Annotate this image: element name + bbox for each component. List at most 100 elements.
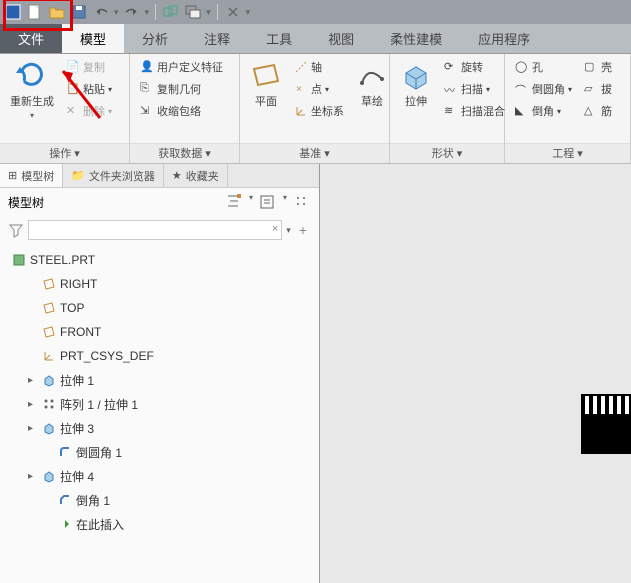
root-label: STEEL.PRT <box>30 253 95 267</box>
tree-item[interactable]: RIGHT <box>0 272 319 296</box>
axis-icon <box>294 60 308 74</box>
draft-button[interactable]: ▱拔 <box>580 79 616 99</box>
undo-icon[interactable] <box>92 3 110 21</box>
tree-tab-model[interactable]: ⊞模型树 <box>0 164 63 187</box>
ribbon-group-shapes: 拉伸 ⟳旋转 〰扫描▾ ≋扫描混合 形状 ▾ <box>390 54 505 163</box>
open-icon[interactable] <box>48 3 66 21</box>
expander-icon[interactable]: ▸ <box>28 399 38 410</box>
tree-show-icon[interactable] <box>259 193 277 211</box>
csys-icon <box>294 104 308 118</box>
plane-button[interactable]: 平面 <box>246 57 286 140</box>
pattern-icon <box>42 397 56 411</box>
tab-file[interactable]: 文件 <box>0 24 62 53</box>
tree-item[interactable]: 在此插入 <box>0 512 319 536</box>
expander-icon[interactable]: ▸ <box>28 423 38 434</box>
tree-item[interactable]: FRONT <box>0 320 319 344</box>
tab-view[interactable]: 视图 <box>310 24 372 53</box>
tree-item[interactable]: ▸拉伸 4 <box>0 464 319 488</box>
tree-list: STEEL.PRT RIGHTTOPFRONTPRT_CSYS_DEF▸拉伸 1… <box>0 244 319 540</box>
search-input[interactable] <box>28 220 282 240</box>
hole-button[interactable]: ◯孔 <box>511 57 576 77</box>
expander-icon[interactable]: ▸ <box>28 375 38 386</box>
chamfer-icon: ◣ <box>515 104 529 118</box>
filter-dropdown-icon[interactable]: ▾ <box>286 225 291 236</box>
regen-icon[interactable] <box>162 3 180 21</box>
app-icon[interactable] <box>4 3 22 21</box>
tree-settings-icon[interactable] <box>225 193 243 211</box>
sweep-button[interactable]: 〰扫描▾ <box>440 79 509 99</box>
tab-model[interactable]: 模型 <box>62 24 124 53</box>
ribbon-group-engineering: ◯孔 ⌒倒圆角▾ ◣倒角▾ ▢壳 ▱拔 △筋 工程 ▾ <box>505 54 631 163</box>
expander-icon[interactable]: ▸ <box>28 471 38 482</box>
revolve-button[interactable]: ⟳旋转 <box>440 57 509 77</box>
ribbon-group-operations: 重新生成 ▾ 📄复制 📋粘贴▾ ✕删除▾ 操作 ▾ <box>0 54 130 163</box>
windows-icon[interactable] <box>184 3 202 21</box>
udf-button[interactable]: 👤用户定义特征 <box>136 57 227 77</box>
shell-icon: ▢ <box>584 60 598 74</box>
tree-tab-fav[interactable]: ★收藏夹 <box>164 164 228 187</box>
delete-button[interactable]: ✕删除▾ <box>62 101 116 121</box>
blend-button[interactable]: ≋扫描混合 <box>440 101 509 121</box>
filter-icon[interactable] <box>8 222 24 238</box>
star-icon: ★ <box>172 169 182 182</box>
axis-button[interactable]: 轴 <box>290 57 348 77</box>
redo-icon[interactable] <box>123 3 141 21</box>
blend-icon: ≋ <box>444 104 458 118</box>
tree-item[interactable]: 倒角 1 <box>0 488 319 512</box>
extrude-button[interactable]: 拉伸 <box>396 57 436 140</box>
svg-text:×: × <box>296 84 302 95</box>
tree-item[interactable]: PRT_CSYS_DEF <box>0 344 319 368</box>
copygeom-button[interactable]: ⎘复制几何 <box>136 79 227 99</box>
group-label-datum: 基准 ▾ <box>240 143 389 163</box>
point-icon: × <box>294 82 308 96</box>
tab-flex[interactable]: 柔性建模 <box>372 24 460 53</box>
tree-root[interactable]: STEEL.PRT <box>0 248 319 272</box>
tree-item[interactable]: ▸阵列 1 / 拉伸 1 <box>0 392 319 416</box>
qat-dropdown-icon[interactable]: ▾ <box>246 7 251 18</box>
shrinkwrap-button[interactable]: ⇲收缩包络 <box>136 101 227 121</box>
paste-button[interactable]: 📋粘贴▾ <box>62 79 116 99</box>
graphics-viewport[interactable] <box>320 164 631 583</box>
ribbon-tabs: 文件 模型 分析 注释 工具 视图 柔性建模 应用程序 <box>0 24 631 54</box>
tab-tools[interactable]: 工具 <box>248 24 310 53</box>
copy-button[interactable]: 📄复制 <box>62 57 116 77</box>
sweep-icon: 〰 <box>444 82 458 96</box>
tree-item[interactable]: ▸拉伸 1 <box>0 368 319 392</box>
tab-annotate[interactable]: 注释 <box>186 24 248 53</box>
chamfer-button[interactable]: ◣倒角▾ <box>511 101 576 121</box>
rib-icon: △ <box>584 104 598 118</box>
tab-apps[interactable]: 应用程序 <box>460 24 548 53</box>
tree-icon: ⊞ <box>8 169 17 182</box>
extrude-icon <box>42 421 56 435</box>
tree-item[interactable]: TOP <box>0 296 319 320</box>
close-icon[interactable] <box>224 3 242 21</box>
csys-icon <box>42 349 56 363</box>
tree-item[interactable]: 倒圆角 1 <box>0 440 319 464</box>
windows-dropdown-icon[interactable]: ▾ <box>206 7 211 18</box>
sketch-button[interactable]: 草绘 <box>352 57 392 140</box>
add-icon[interactable]: + <box>295 222 311 238</box>
undo-dropdown-icon[interactable]: ▾ <box>114 7 119 18</box>
tree-tab-browser[interactable]: 📁文件夹浏览器 <box>63 164 164 187</box>
tree-display-icon[interactable] <box>293 193 311 211</box>
revolve-icon: ⟳ <box>444 60 458 74</box>
shell-button[interactable]: ▢壳 <box>580 57 616 77</box>
tab-analysis[interactable]: 分析 <box>124 24 186 53</box>
extrude-icon <box>42 469 56 483</box>
new-icon[interactable] <box>26 3 44 21</box>
round-button[interactable]: ⌒倒圆角▾ <box>511 79 576 99</box>
plane-icon <box>42 277 56 291</box>
clear-search-icon[interactable]: × <box>272 223 278 235</box>
regenerate-button[interactable]: 重新生成 ▾ <box>6 57 58 140</box>
redo-dropdown-icon[interactable]: ▾ <box>145 7 150 18</box>
hole-icon: ◯ <box>515 60 529 74</box>
folder-icon: 📁 <box>71 169 85 182</box>
tree-header: 模型树 ▾ ▾ <box>0 188 319 216</box>
part-geometry <box>581 394 631 454</box>
tree-item[interactable]: ▸拉伸 3 <box>0 416 319 440</box>
save-icon[interactable] <box>70 3 88 21</box>
point-button[interactable]: ×点▾ <box>290 79 348 99</box>
group-label-operations: 操作 ▾ <box>0 143 129 163</box>
rib-button[interactable]: △筋 <box>580 101 616 121</box>
csys-button[interactable]: 坐标系 <box>290 101 348 121</box>
